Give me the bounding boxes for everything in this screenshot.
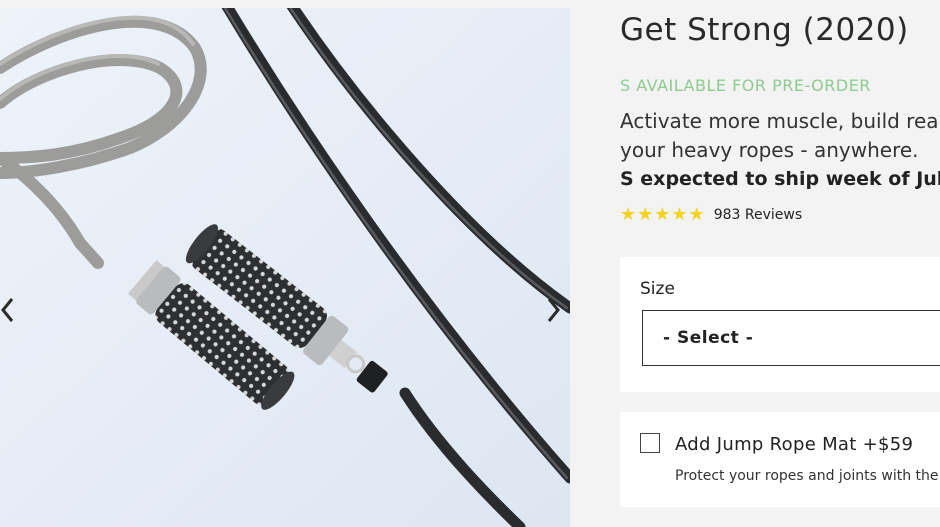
size-card: Size - Select - (620, 257, 940, 392)
addon-title[interactable]: Add Jump Rope Mat +$59 (675, 434, 913, 455)
description-line: your heavy ropes - anywhere. (620, 138, 919, 162)
size-label: Size (640, 279, 675, 299)
jump-rope-mat-checkbox[interactable] (640, 433, 660, 453)
star-icon: ★ (620, 204, 637, 225)
size-select[interactable]: - Select - (642, 310, 940, 366)
product-description: Activate more muscle, build real stre yo… (620, 107, 940, 194)
ship-notice: S expected to ship week of July 6th (620, 168, 940, 190)
star-icon: ★ (671, 204, 688, 225)
chevron-left-icon (1, 298, 14, 322)
star-icon: ★ (688, 204, 705, 225)
availability-status: S AVAILABLE FOR PRE-ORDER (620, 76, 871, 95)
gallery-next-button[interactable] (541, 290, 565, 330)
product-info: Get Strong (2020) S AVAILABLE FOR PRE-OR… (620, 0, 940, 527)
star-icon: ★ (637, 204, 654, 225)
description-line: Activate more muscle, build real stre (620, 109, 940, 133)
rating[interactable]: ★ ★ ★ ★ ★ 983 Reviews (620, 205, 802, 225)
addon-card: Add Jump Rope Mat +$59 Protect your rope… (620, 412, 940, 507)
star-icon: ★ (654, 204, 671, 225)
addon-description: Protect your ropes and joints with the i… (675, 468, 940, 484)
product-photo (0, 8, 570, 527)
product-gallery[interactable] (0, 8, 570, 527)
gallery-prev-button[interactable] (0, 290, 20, 330)
reviews-link[interactable]: 983 Reviews (714, 207, 802, 223)
chevron-right-icon (547, 298, 560, 322)
star-rating: ★ ★ ★ ★ ★ (620, 205, 705, 225)
product-title: Get Strong (2020) (620, 12, 909, 48)
